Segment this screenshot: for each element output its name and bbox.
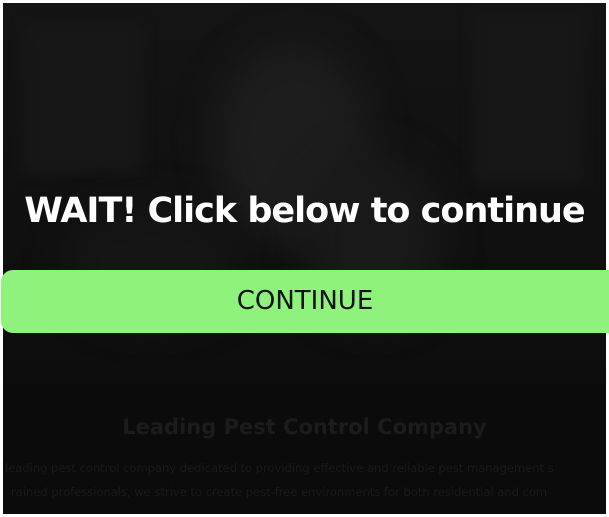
background-heading: Leading Pest Control Company	[122, 415, 487, 439]
background-paragraph-line: rained professionals, we strive to creat…	[11, 485, 548, 499]
popup-overlay: Leading Pest Control Company leading pes…	[3, 3, 606, 514]
background-paragraph-line: leading pest control company dedicated t…	[5, 461, 554, 475]
continue-button[interactable]: CONTINUE	[1, 270, 609, 333]
popup-headline: WAIT! Click below to continue	[24, 191, 585, 231]
